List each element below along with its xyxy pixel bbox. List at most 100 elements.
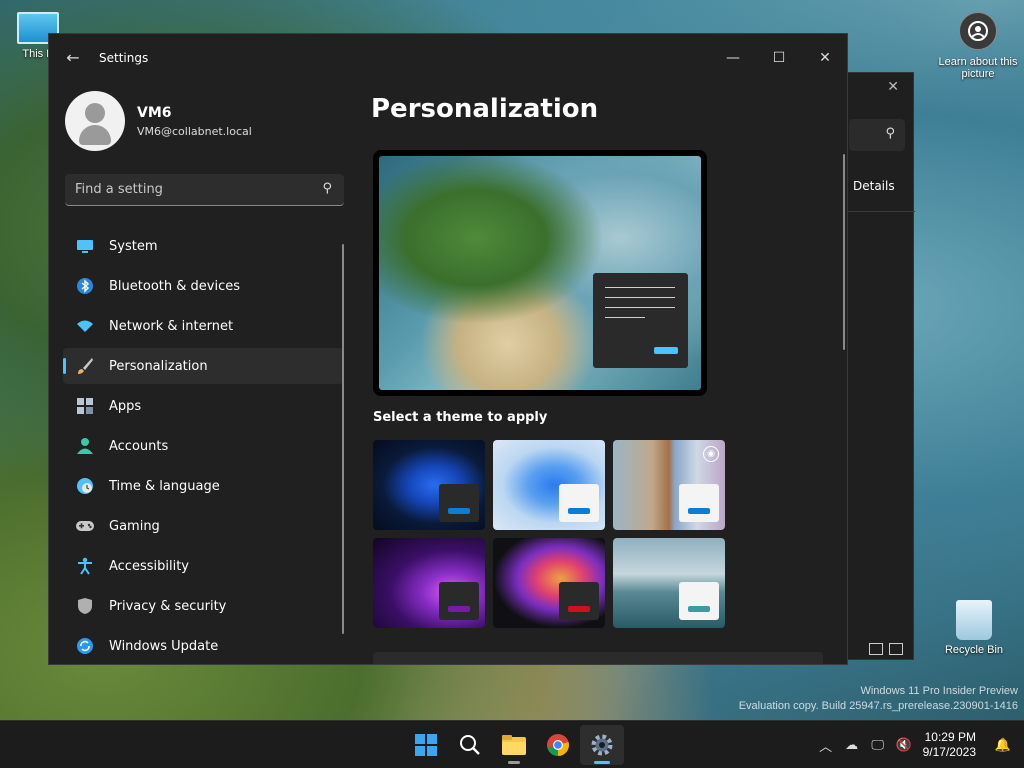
taskbar: ︿ ☁ 🖵 🔇 10:29 PM 9/17/2023 🔔 [0, 720, 1024, 768]
sidebar-item-label: Network & internet [109, 318, 234, 334]
list-view-icon[interactable] [869, 643, 883, 655]
flow-theme[interactable] [613, 538, 725, 628]
learn-about-picture-desktop-icon[interactable]: Learn about this picture [938, 12, 1018, 80]
sidebar-item-label: Apps [109, 398, 142, 414]
sidebar-item-label: Bluetooth & devices [109, 278, 240, 294]
minimize-button[interactable]: — [711, 42, 755, 74]
chrome-icon [547, 734, 569, 756]
file-explorer-button[interactable] [492, 725, 536, 765]
file-explorer-icon [502, 735, 526, 755]
sidebar-item-apps[interactable]: Apps [63, 388, 343, 424]
running-indicator [508, 761, 520, 764]
start-icon [415, 734, 437, 756]
background-window[interactable]: ✕ ⚲ Details [840, 72, 915, 660]
divider [841, 211, 915, 212]
avatar [65, 91, 125, 151]
recycle-bin-icon [956, 600, 992, 640]
notification-bell-icon[interactable]: 🔔 [990, 738, 1016, 753]
sidebar-item-label: Time & language [109, 478, 220, 494]
close-button[interactable]: ✕ [803, 42, 847, 74]
sidebar-item-accounts[interactable]: Accounts [63, 428, 343, 464]
find-setting-box[interactable]: ⚲ [65, 174, 344, 206]
user-profile[interactable]: VM6 VM6@collabnet.local [65, 91, 252, 151]
build-watermark: Windows 11 Pro Insider Preview Evaluatio… [739, 684, 1018, 714]
accessibility-icon [75, 556, 95, 576]
sidebar-item-network-internet[interactable]: Network & internet [63, 308, 343, 344]
theme-preview [373, 150, 707, 396]
theme-accent-swatch [448, 606, 470, 612]
apps-icon [75, 396, 95, 416]
sidebar-item-system[interactable]: System [63, 228, 343, 264]
grid-view-icon[interactable] [889, 643, 903, 655]
taskbar-search-button[interactable] [448, 725, 492, 765]
view-toggle[interactable] [869, 643, 903, 655]
update-icon [75, 636, 95, 656]
theme-grid: ◉ [373, 440, 725, 628]
sidebar-item-privacy-security[interactable]: Privacy & security [63, 588, 343, 624]
volume-muted-icon[interactable]: 🔇 [891, 738, 917, 753]
camera-icon [959, 12, 997, 50]
start-button[interactable] [404, 725, 448, 765]
theme-window-sample [439, 484, 479, 522]
sidebar-item-personalization[interactable]: Personalization [63, 348, 343, 384]
search-icon[interactable]: ⚲ [322, 181, 332, 196]
theme-window-sample [679, 484, 719, 522]
gamepad-icon [75, 516, 95, 536]
theme-accent-swatch [688, 606, 710, 612]
window-title: Settings [99, 51, 149, 65]
bg-window-details-tab[interactable]: Details [853, 179, 895, 193]
onedrive-icon[interactable]: ☁ [839, 738, 865, 753]
chrome-button[interactable] [536, 725, 580, 765]
learn-label: Learn about this picture [938, 56, 1018, 80]
content-scrollbar[interactable] [843, 154, 845, 350]
bg-window-close-button[interactable]: ✕ [887, 79, 899, 95]
settings-card[interactable] [373, 652, 823, 664]
theme-window-sample [559, 484, 599, 522]
windows-dark-theme[interactable] [373, 440, 485, 530]
network-icon[interactable]: 🖵 [865, 738, 891, 753]
captured-motion-theme[interactable] [493, 538, 605, 628]
recycle-bin-label: Recycle Bin [944, 644, 1004, 656]
clock[interactable]: 10:29 PM 9/17/2023 [923, 730, 976, 760]
theme-accent-swatch [568, 508, 590, 514]
sidebar-item-label: Gaming [109, 518, 160, 534]
sidebar-item-label: Windows Update [109, 638, 219, 654]
sidebar-item-label: Accessibility [109, 558, 189, 574]
sidebar-item-label: Accounts [109, 438, 169, 454]
back-button[interactable]: ← [63, 48, 83, 68]
page-title: Personalization [371, 94, 599, 124]
nav-scrollbar[interactable] [342, 244, 344, 634]
title-bar[interactable]: ← Settings — ☐ ✕ [49, 34, 847, 82]
settings-taskbar-button[interactable] [580, 725, 624, 765]
sidebar-item-label: Privacy & security [109, 598, 227, 614]
maximize-button[interactable]: ☐ [757, 42, 801, 74]
preview-window-mock [593, 273, 688, 368]
theme-window-sample [439, 582, 479, 620]
sidebar-item-accessibility[interactable]: Accessibility [63, 548, 343, 584]
sidebar-item-windows-update[interactable]: Windows Update [63, 628, 343, 664]
sidebar-item-bluetooth-devices[interactable]: Bluetooth & devices [63, 268, 343, 304]
settings-window: ← Settings — ☐ ✕ VM6 VM6@collabnet.local… [48, 33, 848, 665]
theme-accent-swatch [688, 508, 710, 514]
chevron-up-icon[interactable]: ︿ [813, 736, 839, 755]
sidebar-item-gaming[interactable]: Gaming [63, 508, 343, 544]
bg-window-search[interactable]: ⚲ [849, 119, 905, 151]
windows-spotlight-theme[interactable]: ◉ [613, 440, 725, 530]
theme-window-sample [679, 582, 719, 620]
glow-theme[interactable] [373, 538, 485, 628]
recycle-bin-desktop-icon[interactable]: Recycle Bin [934, 600, 1014, 656]
windows-light-theme[interactable] [493, 440, 605, 530]
watermark-edition: Windows 11 Pro Insider Preview [860, 685, 1018, 697]
personalization-page: Personalization Select a theme to apply … [371, 82, 841, 664]
search-icon [460, 735, 480, 755]
sidebar-item-time-language[interactable]: Time & language [63, 468, 343, 504]
spotlight-camera-icon: ◉ [703, 446, 719, 462]
sidebar-item-label: System [109, 238, 158, 254]
bluetooth-icon [75, 276, 95, 296]
taskbar-apps [404, 725, 624, 765]
navigation-menu: System Bluetooth & devices Network & inter… [63, 228, 343, 664]
theme-accent-swatch [448, 508, 470, 514]
search-input[interactable] [65, 182, 305, 197]
brush-icon [75, 356, 95, 376]
system-icon [75, 236, 95, 256]
